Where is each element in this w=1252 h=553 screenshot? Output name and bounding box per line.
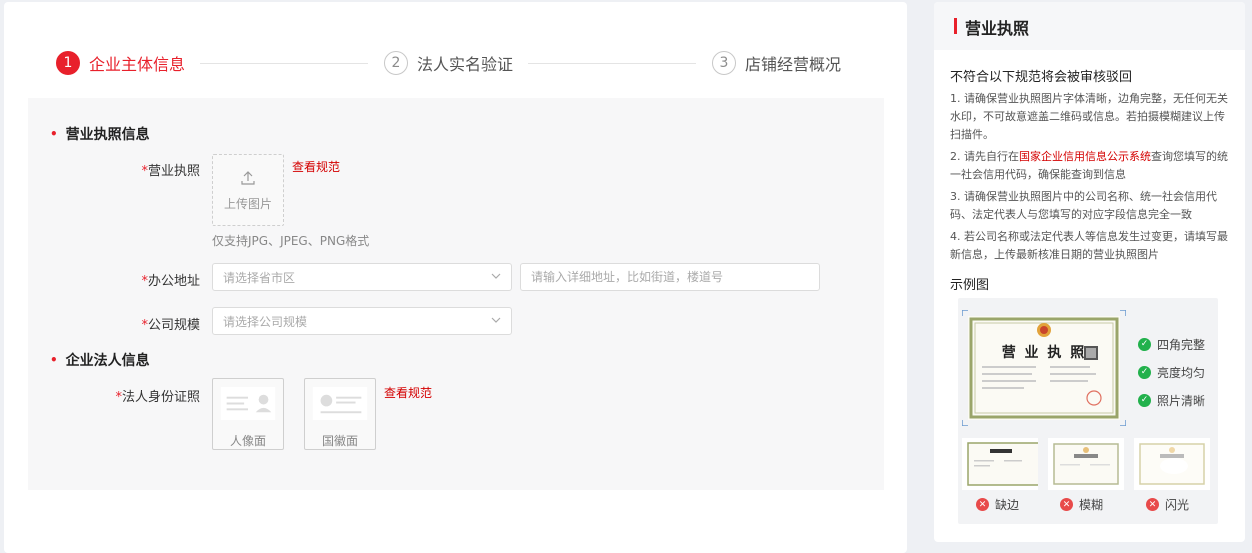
x-icon: ✕ bbox=[976, 498, 989, 511]
rule-item-1: 1. 请确保营业执照图片字体清晰，边角完整，无任何无关水印，不可故意遮盖二维码或… bbox=[950, 90, 1232, 144]
section-license-text: 营业执照信息 bbox=[65, 127, 150, 143]
check-item: ✓ 照片清晰 bbox=[1138, 386, 1205, 414]
check-label: 照片清晰 bbox=[1157, 393, 1206, 408]
license-upload-box[interactable]: 上传图片 bbox=[212, 154, 284, 226]
step-2-number: 2 bbox=[384, 51, 408, 75]
main-card: 1 企业主体信息 2 法人实名验证 3 店铺经营概况 • 营业执照信息 *营业执… bbox=[4, 2, 907, 553]
id-front-thumbnail bbox=[220, 387, 276, 420]
guide-header: 营业执照 bbox=[934, 2, 1245, 50]
id-back-label: 国徽面 bbox=[321, 434, 358, 448]
id-field-label: *法人身份证照 bbox=[88, 386, 200, 405]
bullet-dot: • bbox=[50, 127, 58, 141]
check-label: 亮度均匀 bbox=[1157, 365, 1206, 380]
example-title: 示例图 bbox=[950, 278, 990, 293]
bad-sample-missing-edge bbox=[962, 438, 1038, 490]
rule-item-4: 4. 若公司名称或法定代表人等信息发生过变更，请填写最新信息，上传最新核准日期的… bbox=[950, 228, 1232, 264]
id-front-label: 人像面 bbox=[229, 434, 266, 448]
check-item: ✓ 亮度均匀 bbox=[1138, 358, 1205, 386]
bad-label: 闪光 bbox=[1165, 498, 1190, 512]
section-license-title: • 营业执照信息 bbox=[50, 124, 150, 144]
bad-label: 模糊 bbox=[1079, 498, 1104, 512]
step-2[interactable]: 2 法人实名验证 bbox=[384, 50, 513, 76]
bullet-dot: • bbox=[50, 353, 58, 367]
license-label-text: 营业执照 bbox=[147, 164, 200, 179]
header-accent-bar bbox=[954, 18, 957, 34]
sample-caption: 营 业 执 照 bbox=[1001, 345, 1087, 361]
guide-subtitle: 不符合以下规范将会被审核驳回 bbox=[950, 70, 1133, 85]
section-legal-title: • 企业法人信息 bbox=[50, 350, 150, 370]
id-front-upload[interactable]: 人像面 bbox=[212, 378, 284, 450]
guide-title: 营业执照 bbox=[965, 19, 1030, 38]
bad-label: 缺边 bbox=[995, 498, 1020, 512]
bad-item: ✕ 模糊 bbox=[1060, 496, 1103, 513]
rule-2-text: 2. 请先自行在 bbox=[950, 150, 1019, 163]
rule-1-text: 1. 请确保营业执照图片字体清晰，边角完整，无任何无关水印，不可故意遮盖二维码或… bbox=[950, 92, 1228, 141]
upload-text: 上传图片 bbox=[223, 196, 272, 211]
bad-sample-blurry bbox=[1048, 438, 1124, 490]
check-icon: ✓ bbox=[1138, 337, 1151, 351]
step-2-label: 法人实名验证 bbox=[417, 55, 514, 74]
x-icon: ✕ bbox=[1060, 498, 1073, 511]
step-1[interactable]: 1 企业主体信息 bbox=[56, 50, 185, 76]
step-3-label: 店铺经营概况 bbox=[745, 55, 842, 74]
region-placeholder: 请选择省市区 bbox=[223, 270, 296, 285]
rule-4-text: 4. 若公司名称或法定代表人等信息发生过变更，请填写最新信息，上传最新核准日期的… bbox=[950, 230, 1228, 261]
office-field-label: *办公地址 bbox=[108, 270, 200, 289]
step-1-number: 1 bbox=[56, 51, 80, 75]
address-input[interactable] bbox=[520, 263, 820, 291]
scale-placeholder: 请选择公司规模 bbox=[223, 314, 308, 329]
upload-icon bbox=[241, 170, 255, 185]
view-rules-link[interactable]: 查看规范 bbox=[292, 158, 340, 175]
bad-item: ✕ 闪光 bbox=[1146, 496, 1189, 513]
step-3[interactable]: 3 店铺经营概况 bbox=[712, 50, 841, 76]
upload-format-hint: 仅支持JPG、JPEG、PNG格式 bbox=[212, 234, 370, 248]
id-label-text: 法人身份证照 bbox=[121, 390, 200, 405]
step-indicator: 1 企业主体信息 2 法人实名验证 3 店铺经营概况 bbox=[4, 2, 907, 98]
license-sample-image bbox=[962, 310, 1126, 426]
check-label: 四角完整 bbox=[1157, 337, 1206, 352]
check-icon: ✓ bbox=[1138, 393, 1151, 407]
scale-field-label: *公司规模 bbox=[108, 314, 200, 333]
step-3-number: 3 bbox=[712, 51, 736, 75]
chevron-down-icon bbox=[491, 317, 501, 323]
company-scale-select[interactable]: 请选择公司规模 bbox=[212, 307, 512, 335]
scale-label-text: 公司规模 bbox=[147, 318, 200, 333]
chevron-down-icon bbox=[491, 273, 501, 279]
region-select[interactable]: 请选择省市区 bbox=[212, 263, 512, 291]
step-1-label: 企业主体信息 bbox=[89, 55, 186, 74]
rule-item-2: 2. 请先自行在国家企业信用信息公示系统查询您填写的统一社会信用代码，确保能查询… bbox=[950, 148, 1232, 184]
license-field-label: *营业执照 bbox=[108, 160, 200, 179]
credit-system-link[interactable]: 国家企业信用信息公示系统 bbox=[1019, 150, 1151, 163]
form-panel: • 营业执照信息 *营业执照 上传图片 查看规范 仅支持JPG、JPEG、PNG… bbox=[28, 98, 884, 490]
license-guide-panel: 营业执照 不符合以下规范将会被审核驳回 1. 请确保营业执照图片字体清晰，边角完… bbox=[934, 2, 1245, 542]
office-label-text: 办公地址 bbox=[147, 274, 200, 289]
view-rules-link-id[interactable]: 查看规范 bbox=[384, 384, 432, 401]
rule-item-3: 3. 请确保营业执照图片中的公司名称、统一社会信用代码、法定代表人与您填写的对应… bbox=[950, 188, 1232, 224]
step-connector bbox=[528, 63, 696, 64]
id-back-thumbnail bbox=[312, 387, 368, 420]
step-connector bbox=[200, 63, 368, 64]
rule-3-text: 3. 请确保营业执照图片中的公司名称、统一社会信用代码、法定代表人与您填写的对应… bbox=[950, 190, 1217, 221]
x-icon: ✕ bbox=[1146, 498, 1159, 511]
example-box: 营 业 执 照 ✓ 四角完整 ✓ 亮度均匀 ✓ 照片清晰 ✕ 缺边 ✕ 模糊 ✕… bbox=[958, 298, 1218, 524]
check-icon: ✓ bbox=[1138, 365, 1151, 379]
check-list: ✓ 四角完整 ✓ 亮度均匀 ✓ 照片清晰 bbox=[1138, 330, 1205, 414]
bad-sample-flash bbox=[1134, 438, 1210, 490]
id-back-upload[interactable]: 国徽面 bbox=[304, 378, 376, 450]
bad-item: ✕ 缺边 bbox=[976, 496, 1019, 513]
section-legal-text: 企业法人信息 bbox=[65, 353, 150, 369]
check-item: ✓ 四角完整 bbox=[1138, 330, 1205, 358]
